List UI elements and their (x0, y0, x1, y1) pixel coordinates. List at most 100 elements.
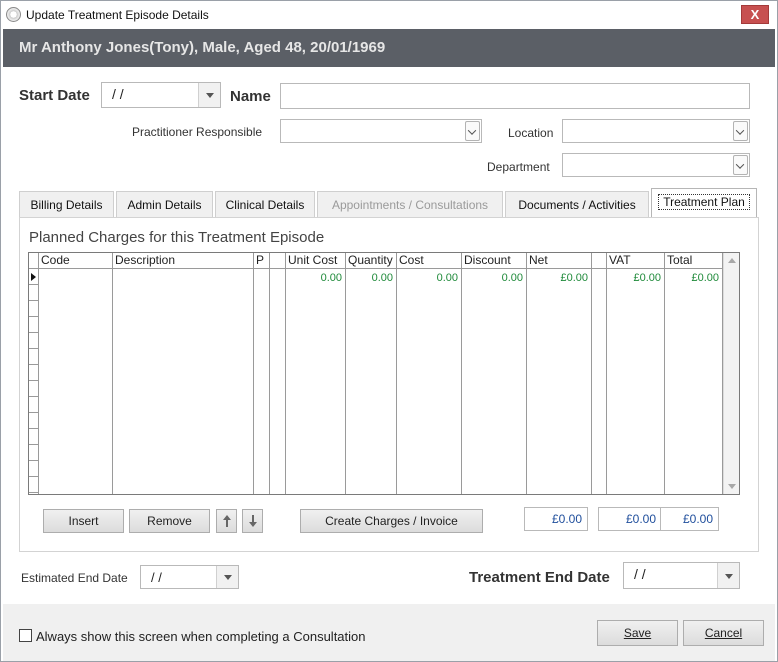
chevron-down-icon[interactable] (465, 121, 480, 141)
row-selector[interactable] (29, 397, 39, 413)
col-header-net[interactable]: Net (527, 253, 592, 269)
chevron-down-icon[interactable] (717, 563, 739, 588)
save-button-label: Save (623, 626, 652, 640)
move-up-button[interactable] (216, 509, 237, 533)
name-label: Name (230, 88, 271, 105)
row-selector[interactable] (29, 317, 39, 333)
grid-corner (29, 253, 39, 269)
grand-total-field: £0.00 (660, 507, 719, 531)
insert-button[interactable]: Insert (43, 509, 124, 533)
window-title: Update Treatment Episode Details (26, 8, 209, 22)
row-selector[interactable] (29, 477, 39, 493)
name-input[interactable] (280, 83, 750, 109)
remove-button[interactable]: Remove (129, 509, 210, 533)
charges-grid[interactable]: Code Description P Unit Cost Quantity Co… (28, 252, 740, 495)
row-selector[interactable] (29, 381, 39, 397)
tab-label: Billing Details (30, 198, 103, 212)
col-header-extra[interactable] (592, 253, 607, 269)
row-selector[interactable] (29, 413, 39, 429)
cancel-button-label: Cancel (704, 626, 743, 640)
section-title: Planned Charges for this Treatment Episo… (29, 229, 325, 246)
col-header-code[interactable]: Code (39, 253, 113, 269)
tab-strip: Billing Details Admin Details Clinical D… (19, 188, 759, 217)
practitioner-select[interactable] (280, 119, 482, 143)
patient-summary: Mr Anthony Jones(Tony), Male, Aged 48, 2… (19, 39, 386, 56)
col-header-total[interactable]: Total (665, 253, 723, 269)
app-icon (6, 7, 21, 22)
treatment-end-date-label: Treatment End Date (469, 569, 610, 586)
chevron-down-icon[interactable] (733, 155, 748, 175)
row-selector[interactable] (29, 333, 39, 349)
arrow-up-icon (223, 515, 231, 527)
grid-header: Code Description P Unit Cost Quantity Co… (29, 253, 739, 269)
tab-admin-details[interactable]: Admin Details (116, 191, 213, 217)
cell-total[interactable]: £0.00 (665, 270, 722, 286)
tab-label: Admin Details (127, 198, 202, 212)
column-divider (461, 269, 462, 494)
location-select[interactable] (562, 119, 750, 143)
patient-header-band: Mr Anthony Jones(Tony), Male, Aged 48, 2… (3, 29, 775, 67)
col-header-flag[interactable] (270, 253, 286, 269)
tab-documents-activities[interactable]: Documents / Activities (505, 191, 649, 217)
tab-label: Appointments / Consultations (331, 198, 489, 212)
row-selector[interactable] (29, 349, 39, 365)
column-divider (664, 269, 665, 494)
row-pointer-icon (31, 273, 36, 281)
col-header-cost[interactable]: Cost (397, 253, 462, 269)
chevron-down-icon[interactable] (733, 121, 748, 141)
treatment-end-date-picker[interactable]: / / (623, 562, 740, 589)
row-selector[interactable] (29, 269, 39, 285)
cell-extra[interactable] (592, 270, 606, 286)
move-down-button[interactable] (242, 509, 263, 533)
column-divider (285, 269, 286, 494)
close-button[interactable]: X (741, 5, 769, 24)
cell-unit-cost[interactable]: 0.00 (286, 270, 345, 286)
start-date-picker[interactable]: / / (101, 82, 221, 108)
row-selector[interactable] (29, 429, 39, 445)
grid-vertical-scrollbar[interactable] (723, 253, 739, 494)
create-charges-invoice-button[interactable]: Create Charges / Invoice (300, 509, 483, 533)
tab-billing-details[interactable]: Billing Details (19, 191, 114, 217)
chevron-down-icon[interactable] (216, 566, 238, 588)
col-header-unit-cost[interactable]: Unit Cost (286, 253, 346, 269)
tab-clinical-details[interactable]: Clinical Details (215, 191, 315, 217)
row-selector[interactable] (29, 461, 39, 477)
cell-p[interactable] (254, 270, 269, 286)
row-indicator-column (29, 269, 39, 494)
cell-quantity[interactable]: 0.00 (346, 270, 396, 286)
scroll-down-icon[interactable] (728, 484, 736, 489)
treatment-end-date-value: / / (634, 566, 646, 582)
cell-code[interactable] (39, 270, 112, 286)
department-select[interactable] (562, 153, 750, 177)
cell-vat[interactable]: £0.00 (607, 270, 664, 286)
chevron-down-icon[interactable] (198, 83, 220, 107)
cell-flag[interactable] (270, 270, 285, 286)
cell-discount[interactable]: 0.00 (462, 270, 526, 286)
tab-appointments-consultations[interactable]: Appointments / Consultations (317, 191, 503, 217)
cell-description[interactable] (113, 270, 253, 286)
dialog-window: Update Treatment Episode Details X Mr An… (0, 0, 778, 662)
tab-label: Treatment Plan (658, 194, 750, 210)
vat-total-field: £0.00 (598, 507, 662, 531)
row-selector[interactable] (29, 445, 39, 461)
start-date-value: / / (112, 86, 124, 102)
row-selector[interactable] (29, 285, 39, 301)
estimated-end-date-picker[interactable]: / / (140, 565, 239, 589)
cell-cost[interactable]: 0.00 (397, 270, 461, 286)
col-header-description[interactable]: Description (113, 253, 254, 269)
col-header-vat[interactable]: VAT (607, 253, 665, 269)
row-selector[interactable] (29, 301, 39, 317)
cell-net[interactable]: £0.00 (527, 270, 591, 286)
always-show-label[interactable]: Always show this screen when completing … (36, 629, 366, 644)
col-header-discount[interactable]: Discount (462, 253, 527, 269)
department-label: Department (487, 160, 550, 174)
col-header-quantity[interactable]: Quantity (346, 253, 397, 269)
save-button[interactable]: Save (597, 620, 678, 646)
cancel-button[interactable]: Cancel (683, 620, 764, 646)
tab-treatment-plan[interactable]: Treatment Plan (651, 188, 757, 217)
column-divider (112, 269, 113, 494)
col-header-p[interactable]: P (254, 253, 270, 269)
always-show-checkbox[interactable] (19, 629, 32, 642)
row-selector[interactable] (29, 365, 39, 381)
scroll-up-icon[interactable] (728, 258, 736, 263)
